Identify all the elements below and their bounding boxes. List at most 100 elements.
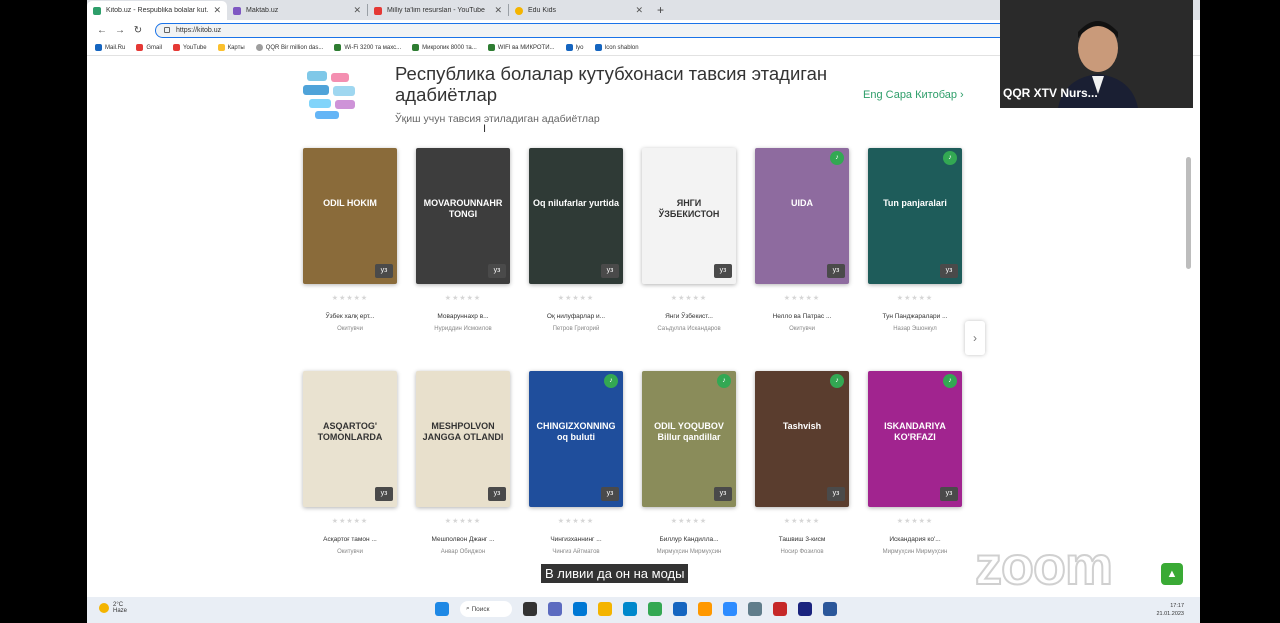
book-title[interactable]: Мешполвон Джанг ... <box>408 536 518 543</box>
bookmark-mailru[interactable]: Mail.Ru <box>95 44 125 51</box>
book-title[interactable]: Янги Ўзбекист... <box>634 313 744 320</box>
book-cover[interactable]: Oq nilufarlar yurtida уз <box>529 148 623 284</box>
rating-stars[interactable]: ★★★★★ <box>529 517 623 525</box>
bookmark-wifi-mikrotik[interactable]: WIFI ва МИКРОТИ... <box>487 44 555 51</box>
cover-title: MOVAROUNNAHR TONGI <box>423 198 503 219</box>
windows-taskbar: 2°C Haze ⌕ Поиск 17:17 21.01.2023 <box>87 597 1200 623</box>
carousel-next-button[interactable]: › <box>965 321 985 355</box>
book-author: Нуриддин Исмоилов <box>434 326 492 332</box>
rating-stars[interactable]: ★★★★★ <box>529 294 623 302</box>
tab-edu-kids[interactable]: Edu Kids ✕ <box>509 1 649 20</box>
book-author: Чингиз Айтматов <box>552 549 600 555</box>
tab-maktab[interactable]: Maktab.uz ✕ <box>227 1 367 20</box>
bookmark-gmail[interactable]: Gmail <box>136 44 162 51</box>
bookmark-iyo[interactable]: Iyo <box>565 44 584 51</box>
page-scrollbar[interactable] <box>1186 157 1191 269</box>
book-cover[interactable]: ISKANDARIYA KO'RFAZI ♪ уз <box>868 371 962 507</box>
book-cover[interactable]: MOVAROUNNAHR TONGI уз <box>416 148 510 284</box>
cover-title: MESHPOLVON JANGGA OTLANDI <box>422 421 504 442</box>
book-title[interactable]: Чингизханнинг ... <box>521 536 631 543</box>
rating-stars[interactable]: ★★★★★ <box>868 294 962 302</box>
book-title[interactable]: Тун Панджаралари ... <box>860 313 970 320</box>
taskbar-app-icon[interactable] <box>548 602 562 616</box>
book-cover[interactable]: CHINGIZXONNING oq buluti ♪ уз <box>529 371 623 507</box>
book-title[interactable]: Ташвиш 3-кисм <box>747 536 857 543</box>
bookmark-maps[interactable]: Карты <box>217 44 245 51</box>
reload-icon[interactable]: ↻ <box>129 25 147 36</box>
bookmark-icon-shablon[interactable]: Icon shablon <box>594 44 639 51</box>
book-cover[interactable]: ASQARTOG' TOMONLARDA уз <box>303 371 397 507</box>
participant-video[interactable]: QQR XTV Nurs... <box>1000 0 1193 108</box>
tab-close-icon[interactable]: ✕ <box>494 5 502 16</box>
rating-stars[interactable]: ★★★★★ <box>303 294 397 302</box>
tab-close-icon[interactable]: ✕ <box>635 5 643 16</box>
book-author: Назар Эшонкул <box>893 326 937 332</box>
book-cover[interactable]: ODIL HOKIM уз <box>303 148 397 284</box>
taskbar-app-icon[interactable] <box>748 602 762 616</box>
book-cover[interactable]: Tashvish ♪ уз <box>755 371 849 507</box>
taskbar-clock[interactable]: 17:17 21.01.2023 <box>1156 602 1184 618</box>
book-cover[interactable]: ЯНГИ ЎЗБЕКИСТОН уз <box>642 148 736 284</box>
weather-widget[interactable]: 2°C Haze <box>99 602 127 614</box>
rating-stars[interactable]: ★★★★★ <box>642 294 736 302</box>
clock-date: 21.01.2023 <box>1156 611 1184 617</box>
taskbar-app-icon[interactable] <box>798 602 812 616</box>
tab-close-icon[interactable]: ✕ <box>213 5 221 16</box>
rating-stars[interactable]: ★★★★★ <box>755 294 849 302</box>
zoom-control-button[interactable]: ▲ <box>1161 563 1183 585</box>
taskbar-app-icon[interactable] <box>648 602 662 616</box>
bookmark-youtube[interactable]: YouTube <box>173 44 207 51</box>
cover-title: ISKANDARIYA KO'RFAZI <box>884 421 946 442</box>
taskbar-app-icon[interactable] <box>723 602 737 616</box>
text-cursor-icon: I <box>483 123 487 135</box>
language-badge: уз <box>601 487 619 501</box>
youtube-icon <box>173 44 181 51</box>
tab-label: Milliy ta'lim resurslari - YouTube <box>387 7 485 14</box>
sun-icon <box>99 603 109 613</box>
book-title[interactable]: Асқартоғ тамон ... <box>295 536 405 543</box>
tab-label: Edu Kids <box>528 7 557 14</box>
book-title[interactable]: Нелло ва Патрас ... <box>747 313 857 320</box>
taskbar-search[interactable]: ⌕ Поиск <box>460 601 512 617</box>
taskbar-app-icon[interactable] <box>573 602 587 616</box>
new-tab-icon[interactable]: + <box>657 3 664 17</box>
book-cover[interactable]: MESHPOLVON JANGGA OTLANDI уз <box>416 371 510 507</box>
book-title[interactable]: Ўзбек халқ ерт... <box>295 313 405 320</box>
tab-youtube[interactable]: Milliy ta'lim resurslari - YouTube ✕ <box>368 1 508 20</box>
book-author: Окитувчи <box>337 549 363 555</box>
taskbar-app-icon[interactable] <box>623 602 637 616</box>
book-title[interactable]: Искандария ко'... <box>860 536 970 543</box>
page-subtitle: Ўқиш учун тавсия этиладиган адабиётлар <box>395 113 600 125</box>
address-bar[interactable]: https://kitob.uz <box>155 22 1085 38</box>
tab-close-icon[interactable]: ✕ <box>353 5 361 16</box>
taskbar-app-icon[interactable] <box>823 602 837 616</box>
book-cover[interactable]: UIDA ♪ уз <box>755 148 849 284</box>
tab-kitob[interactable]: Kitob.uz - Respublika bolalar kut... ✕ <box>87 1 227 20</box>
back-arrow-icon[interactable]: ← <box>93 25 111 36</box>
book-cover[interactable]: ODIL YOQUBOV Billur qandillar ♪ уз <box>642 371 736 507</box>
book-title[interactable]: Моваруннахр в... <box>408 313 518 320</box>
rating-stars[interactable]: ★★★★★ <box>642 517 736 525</box>
rating-stars[interactable]: ★★★★★ <box>416 294 510 302</box>
see-all-link[interactable]: Eng Сара Китобар › <box>863 89 964 101</box>
book-title[interactable]: Оқ нилуфарлар и... <box>521 313 631 320</box>
taskbar-app-icon[interactable] <box>598 602 612 616</box>
rating-stars[interactable]: ★★★★★ <box>755 517 849 525</box>
kitob-page: Республика болалар кутубхонаси тавсия эт… <box>87 57 1200 597</box>
bookmark-qqr[interactable]: QQR Bir million das... <box>255 44 323 51</box>
book-cover[interactable]: Tun panjaralari ♪ уз <box>868 148 962 284</box>
rating-stars[interactable]: ★★★★★ <box>416 517 510 525</box>
taskbar-app-icon[interactable] <box>523 602 537 616</box>
rating-stars[interactable]: ★★★★★ <box>868 517 962 525</box>
taskbar-app-icon[interactable] <box>673 602 687 616</box>
forward-arrow-icon[interactable]: → <box>111 25 129 36</box>
taskbar-app-icon[interactable] <box>773 602 787 616</box>
bookmark-wifi-3200[interactable]: Wi-Fi 3200 та махс... <box>334 44 401 51</box>
cover-title: ASQARTOG' TOMONLARDA <box>317 421 383 442</box>
bookmark-micropic[interactable]: Микропик 8000 та... <box>412 44 477 51</box>
windows-start-icon[interactable] <box>435 602 449 616</box>
taskbar-app-icon[interactable] <box>698 602 712 616</box>
lock-icon <box>164 27 170 33</box>
rating-stars[interactable]: ★★★★★ <box>303 517 397 525</box>
book-title[interactable]: Биллур Кандилла... <box>634 536 744 543</box>
